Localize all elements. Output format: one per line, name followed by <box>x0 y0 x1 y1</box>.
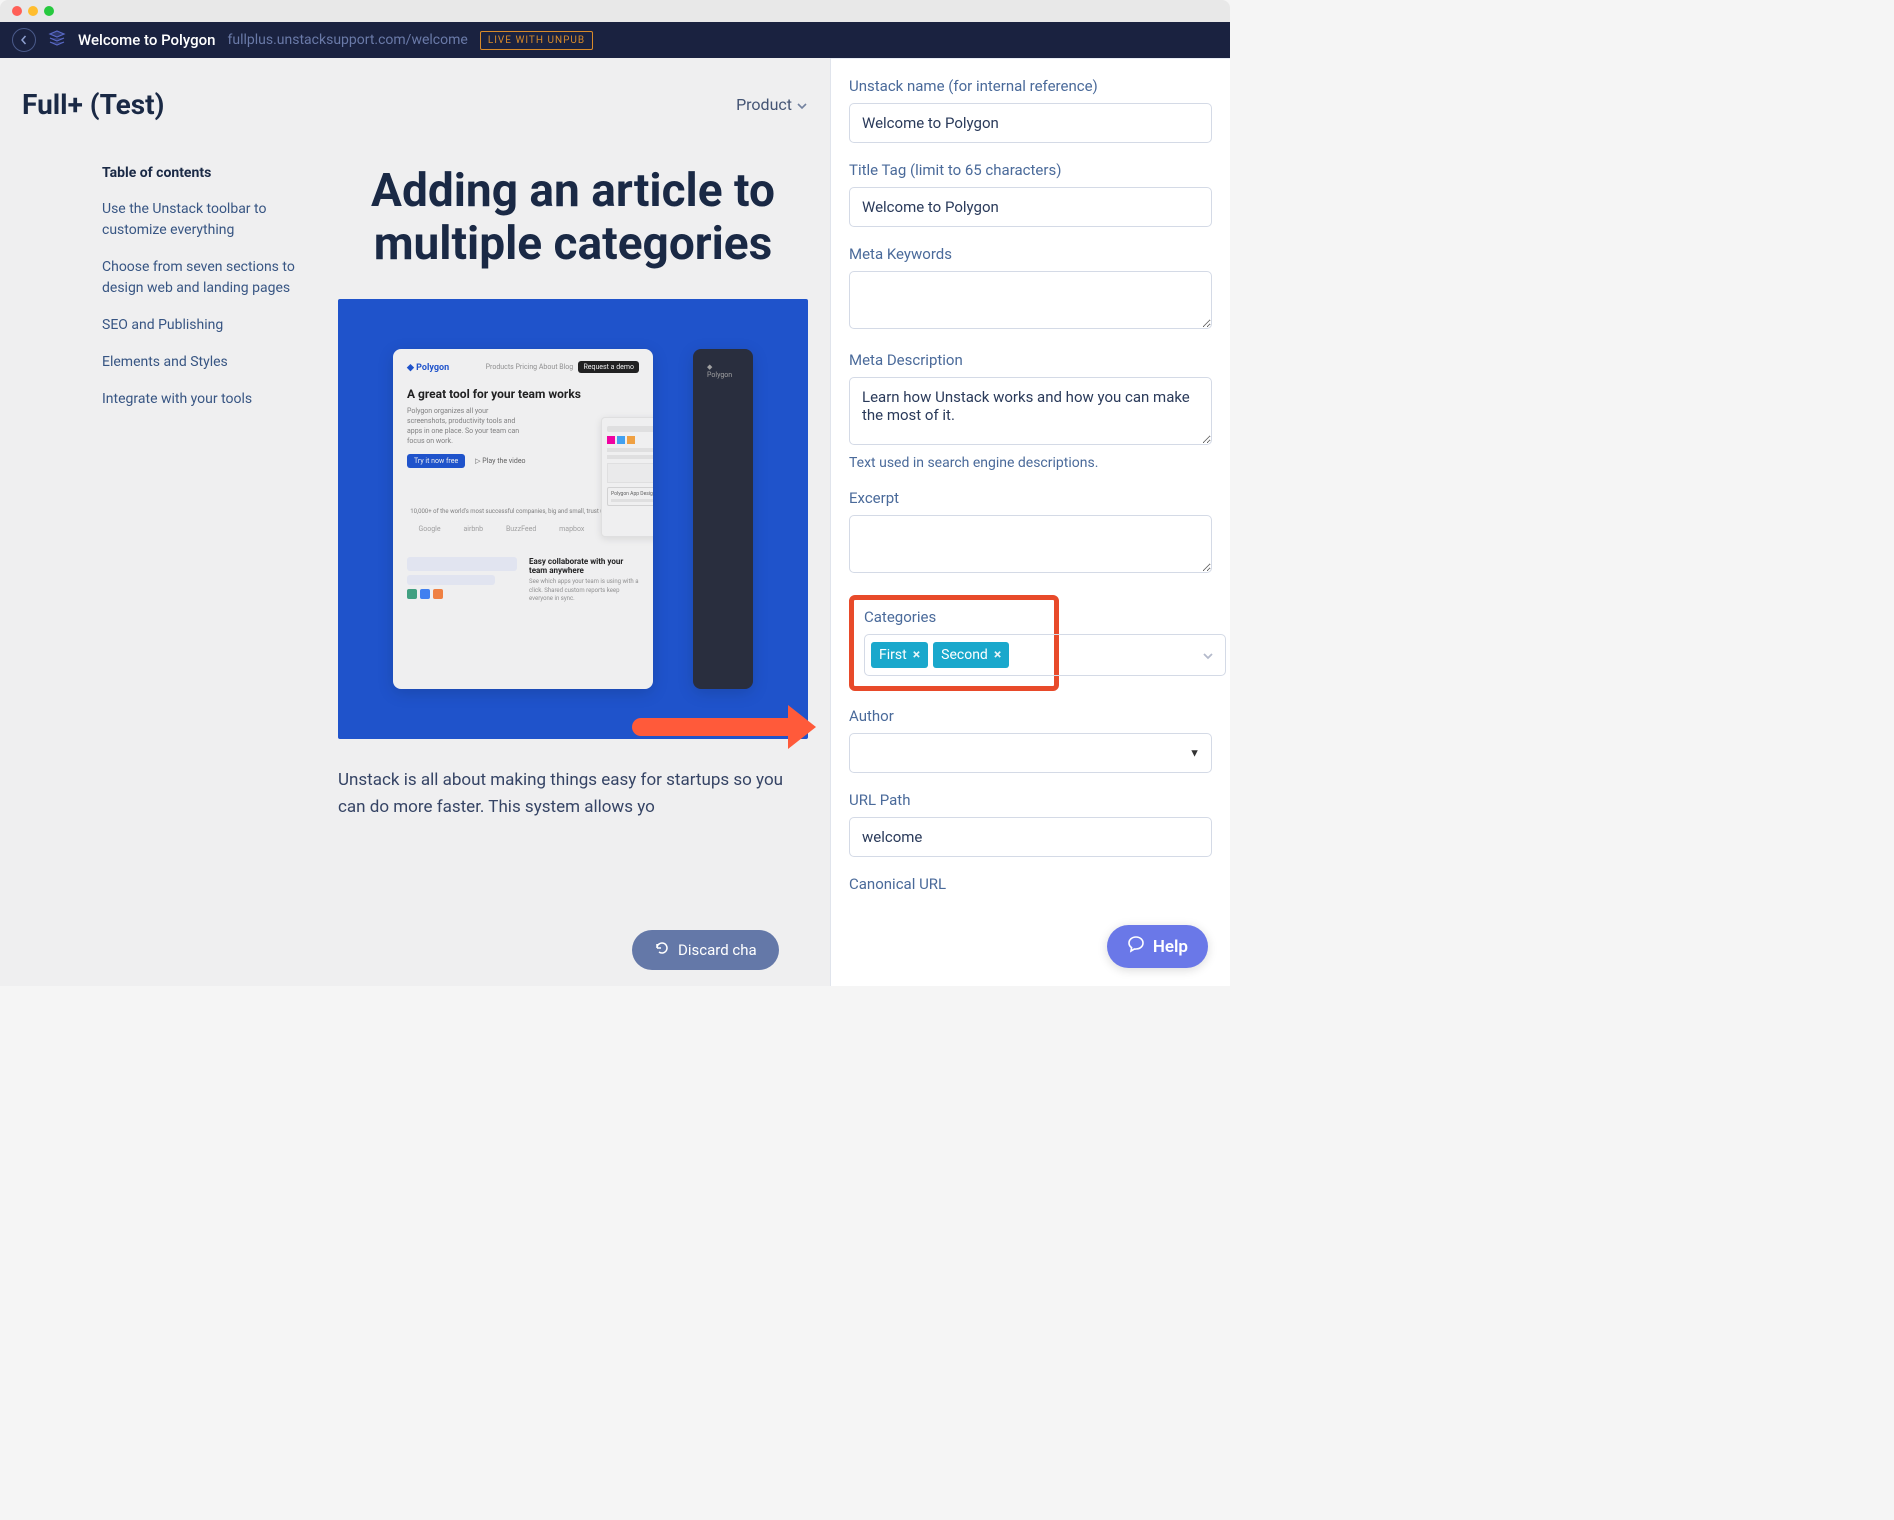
title-tag-label: Title Tag (limit to 65 characters) <box>849 161 1212 179</box>
meta-keywords-label: Meta Keywords <box>849 245 1212 263</box>
undo-icon <box>654 940 670 960</box>
product-dropdown[interactable]: Product <box>736 95 808 114</box>
mockup-card-light: ◆ Polygon Products Pricing About Blog Re… <box>393 349 653 689</box>
topbar-page-url: fullplus.unstacksupport.com/welcome <box>228 32 468 48</box>
tag-label: First <box>879 647 907 663</box>
chat-icon <box>1127 935 1145 958</box>
meta-description-label: Meta Description <box>849 351 1212 369</box>
chevron-down-icon <box>796 95 808 114</box>
meta-description-hint: Text used in search engine descriptions. <box>849 455 1212 471</box>
url-path-label: URL Path <box>849 791 1212 809</box>
discard-label: Discard cha <box>678 941 757 959</box>
mockup-card-dark: ◆ Polygon <box>693 349 753 689</box>
page-settings-panel: Unstack name (for internal reference) Ti… <box>830 58 1230 986</box>
categories-label: Categories <box>864 608 1044 626</box>
minimize-window-button[interactable] <box>28 6 38 16</box>
help-button[interactable]: Help <box>1107 925 1208 968</box>
toc-item[interactable]: Choose from seven sections to design web… <box>102 257 302 299</box>
discard-changes-button[interactable]: Discard cha <box>632 930 779 970</box>
close-window-button[interactable] <box>12 6 22 16</box>
toc-item[interactable]: Integrate with your tools <box>102 389 302 410</box>
table-of-contents: Table of contents Use the Unstack toolba… <box>102 165 302 821</box>
maximize-window-button[interactable] <box>44 6 54 16</box>
article-heading[interactable]: Adding an article to multiple categories <box>338 165 808 271</box>
author-select[interactable] <box>849 733 1212 773</box>
remove-tag-icon[interactable]: × <box>994 647 1001 663</box>
category-tag: First × <box>871 642 928 668</box>
tag-label: Second <box>941 647 988 663</box>
meta-keywords-input[interactable] <box>849 271 1212 329</box>
publish-status-badge: LIVE WITH UNPUB <box>480 31 593 50</box>
unstack-name-input[interactable] <box>849 103 1212 143</box>
help-label: Help <box>1153 937 1188 957</box>
url-path-input[interactable] <box>849 817 1212 857</box>
author-label: Author <box>849 707 1212 725</box>
chevron-down-icon <box>1201 646 1215 665</box>
page-editor-canvas: Full+ (Test) Product Table of contents U… <box>0 58 830 986</box>
annotation-arrow <box>632 718 792 736</box>
toc-item[interactable]: Elements and Styles <box>102 352 302 373</box>
categories-field-highlighted: Categories First × Second × <box>849 595 1059 691</box>
excerpt-input[interactable] <box>849 515 1212 573</box>
back-button[interactable] <box>12 28 36 52</box>
stack-icon <box>48 30 66 50</box>
remove-tag-icon[interactable]: × <box>913 647 920 663</box>
category-tag: Second × <box>933 642 1009 668</box>
window-titlebar <box>0 0 1230 22</box>
editor-topbar: Welcome to Polygon fullplus.unstacksuppo… <box>0 22 1230 58</box>
excerpt-label: Excerpt <box>849 489 1212 507</box>
canonical-url-label: Canonical URL <box>849 875 1212 893</box>
meta-description-input[interactable]: Learn how Unstack works and how you can … <box>849 377 1212 445</box>
toc-heading: Table of contents <box>102 165 302 181</box>
topbar-page-title: Welcome to Polygon <box>78 31 216 49</box>
product-dropdown-label: Product <box>736 95 792 114</box>
categories-input[interactable]: First × Second × <box>864 634 1226 676</box>
site-brand-title: Full+ (Test) <box>22 88 164 121</box>
hero-section[interactable]: ◆ Polygon Products Pricing About Blog Re… <box>338 299 808 739</box>
toc-item[interactable]: SEO and Publishing <box>102 315 302 336</box>
title-tag-input[interactable] <box>849 187 1212 227</box>
toc-item[interactable]: Use the Unstack toolbar to customize eve… <box>102 199 302 241</box>
unstack-name-label: Unstack name (for internal reference) <box>849 77 1212 95</box>
article-body-text[interactable]: Unstack is all about making things easy … <box>338 767 808 821</box>
